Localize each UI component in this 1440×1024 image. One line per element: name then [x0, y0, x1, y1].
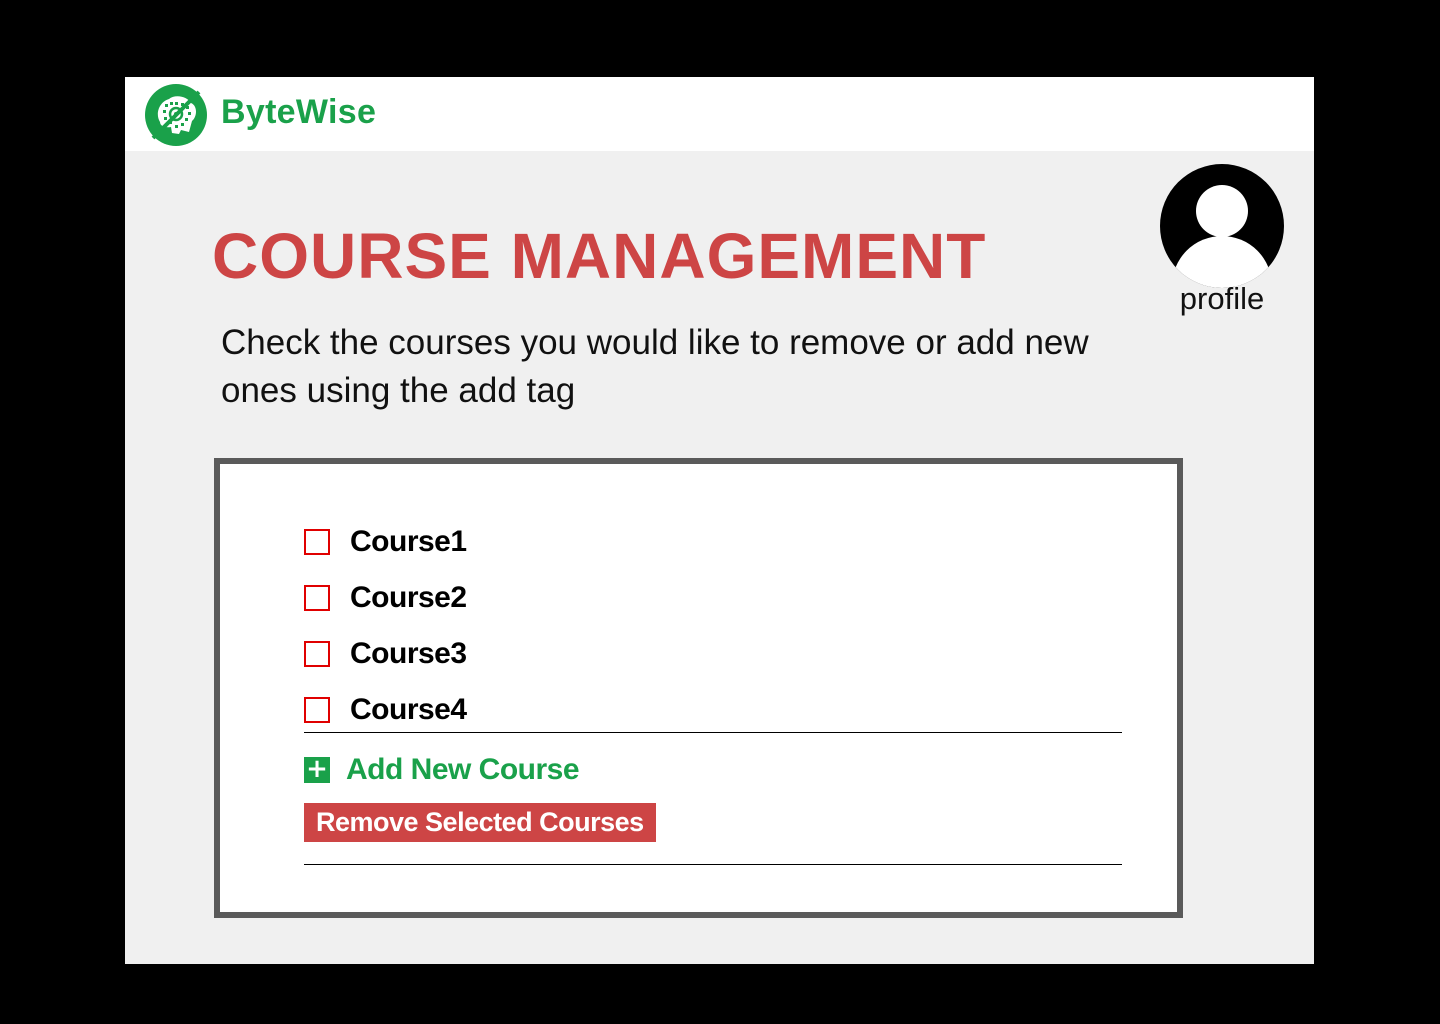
course-label: Course4 [350, 693, 467, 726]
plus-icon[interactable]: + [304, 756, 330, 783]
course-checkbox[interactable] [304, 641, 330, 667]
course-panel: Course1 Course2 Course3 Course4 + Add Ne… [214, 458, 1183, 918]
remove-selected-button[interactable]: Remove Selected Courses [304, 803, 656, 842]
add-course-button[interactable]: + Add New Course [304, 753, 580, 787]
course-label: Course3 [350, 637, 467, 670]
user-avatar-icon[interactable] [1160, 164, 1284, 288]
course-checkbox[interactable] [304, 585, 330, 611]
course-label: Course2 [350, 581, 467, 614]
top-bar: ByteWise [125, 77, 1314, 151]
page-instructions: Check the courses you would like to remo… [221, 323, 1089, 410]
profile-label[interactable]: profile [1160, 281, 1284, 317]
brand-name: ByteWise [221, 93, 377, 131]
course-item[interactable]: Course3 [304, 626, 467, 682]
divider [304, 864, 1122, 865]
course-item[interactable]: Course1 [304, 514, 467, 570]
course-checkbox[interactable] [304, 697, 330, 723]
add-course-label[interactable]: Add New Course [346, 753, 580, 787]
app-window: ByteWise COURSE MANAGEMENT Check the cou… [125, 77, 1314, 964]
brain-chip-logo-icon[interactable] [145, 84, 207, 146]
page-title: COURSE MANAGEMENT [212, 220, 987, 292]
course-checkbox[interactable] [304, 529, 330, 555]
course-item[interactable]: Course2 [304, 570, 467, 626]
course-list: Course1 Course2 Course3 Course4 [304, 514, 467, 738]
divider [304, 732, 1122, 733]
course-item[interactable]: Course4 [304, 682, 467, 738]
course-label: Course1 [350, 525, 467, 558]
